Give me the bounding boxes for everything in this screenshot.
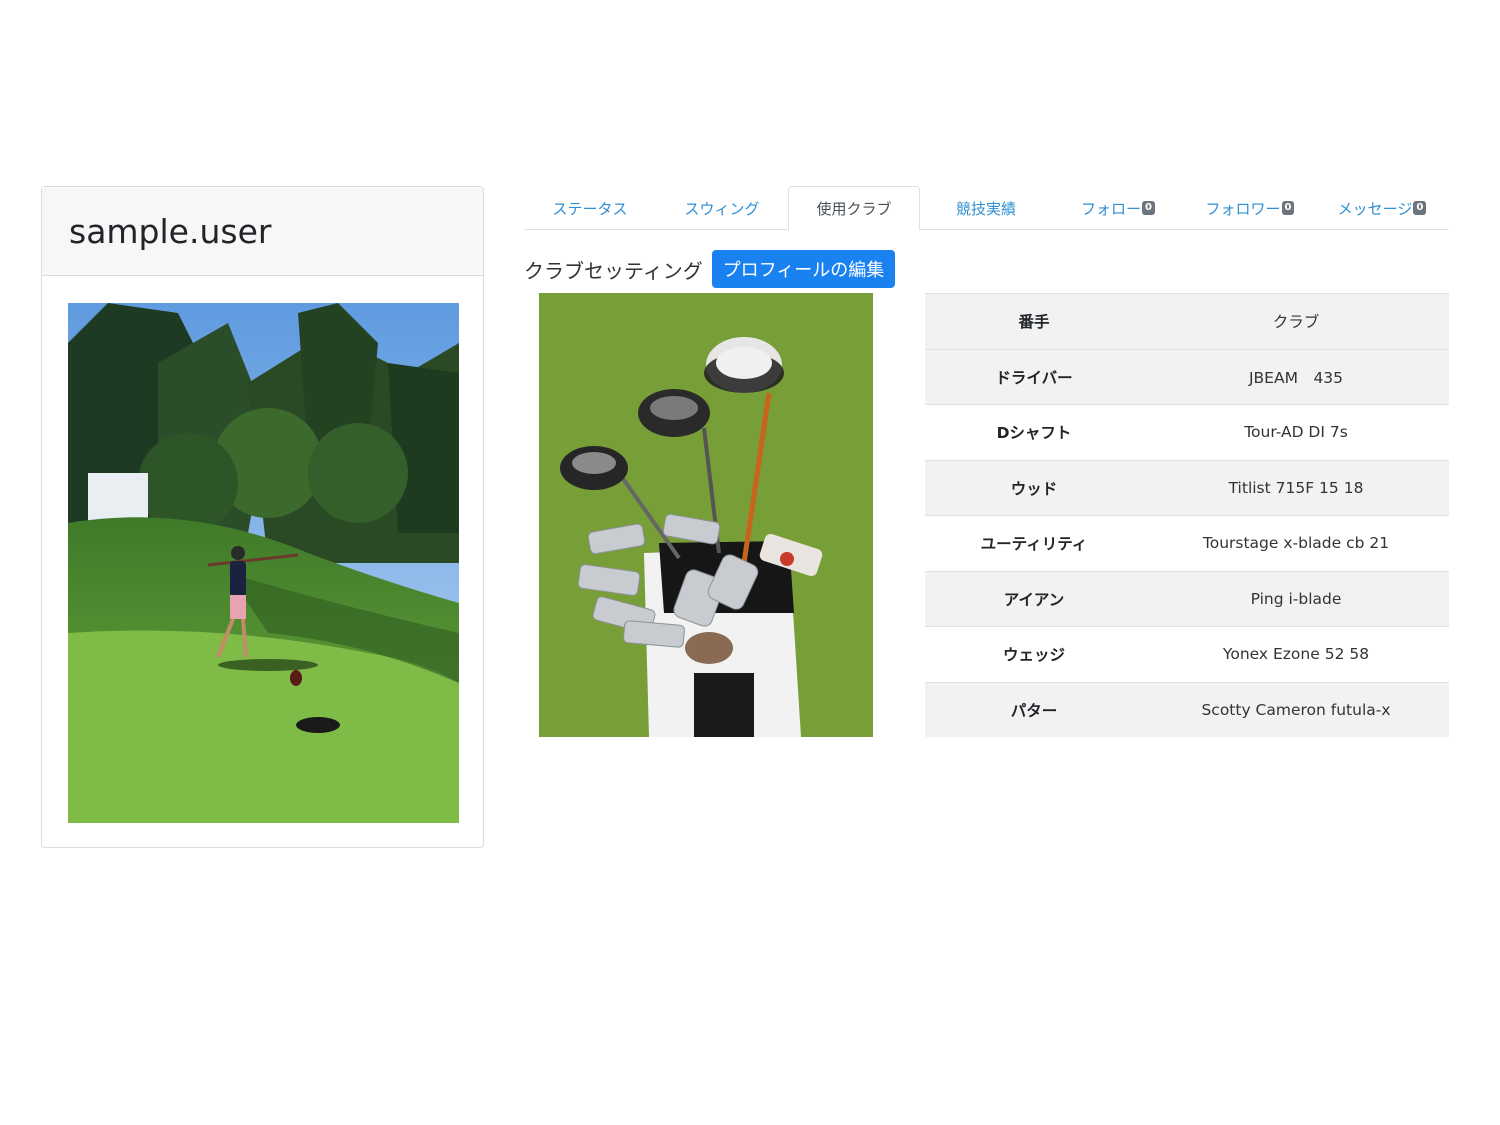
club-model-cell: Ping i-blade (1143, 570, 1449, 627)
tab-status[interactable]: ステータス (524, 186, 656, 230)
club-model-cell: Titlist 715F 15 18 (1143, 459, 1449, 516)
club-model-cell: Tourstage x-blade cb 21 (1143, 515, 1449, 571)
tab-followers[interactable]: フォロワー 0 (1184, 186, 1316, 230)
tab-label: スウィング (684, 199, 760, 218)
column-header-number: 番手 (925, 293, 1143, 349)
club-type-cell: アイアン (925, 570, 1143, 627)
club-type-cell: パター (925, 681, 1143, 737)
club-type-cell: ウッド (925, 459, 1143, 516)
tab-label: 使用クラブ (816, 200, 892, 218)
profile-tabs: ステータス スウィング 使用クラブ 競技実績 フォロー 0 フォロワー 0 メッセー… (524, 186, 1449, 231)
tab-competition-results[interactable]: 競技実績 (920, 186, 1052, 230)
profile-username: sample.user (69, 211, 272, 251)
profile-card-header: sample.user (42, 187, 483, 276)
club-model-cell: Tour-AD DI 7s (1143, 404, 1449, 460)
column-header-club: クラブ (1143, 293, 1449, 349)
club-setting-title: クラブセッティング (524, 259, 703, 283)
follow-count-badge: 0 (1142, 201, 1155, 215)
tab-label: フォロー (1081, 199, 1142, 218)
club-model-cell: JBEAM 435 (1143, 348, 1449, 405)
edit-profile-button[interactable]: プロフィールの編集 (712, 250, 895, 288)
tab-messages[interactable]: メッセージ 0 (1316, 186, 1448, 230)
tab-label: ステータス (552, 199, 628, 218)
table-row: パター Scotty Cameron futula-x (925, 681, 1449, 737)
golf-bag-photo (539, 293, 873, 737)
tab-clubs[interactable]: 使用クラブ (788, 186, 920, 231)
club-type-cell: Dシャフト (925, 404, 1143, 460)
table-row: ドライバー JBEAM 435 (925, 348, 1449, 405)
club-type-cell: ドライバー (925, 348, 1143, 405)
table-row: アイアン Ping i-blade (925, 570, 1449, 627)
messages-count-badge: 0 (1413, 201, 1427, 215)
club-setting-table: 番手 クラブ ドライバー JBEAM 435 Dシャフト Tour-AD DI … (925, 293, 1449, 737)
table-row: ユーティリティ Tourstage x-blade cb 21 (925, 515, 1449, 571)
club-type-cell: ユーティリティ (925, 515, 1143, 571)
club-model-cell: Yonex Ezone 52 58 (1143, 626, 1449, 682)
table-row: ウェッジ Yonex Ezone 52 58 (925, 626, 1449, 682)
club-type-cell: ウェッジ (925, 626, 1143, 682)
tab-label: 競技実績 (955, 199, 1016, 218)
table-row: Dシャフト Tour-AD DI 7s (925, 404, 1449, 460)
golfer-swing-photo (68, 303, 459, 823)
tab-label: メッセージ (1337, 199, 1413, 218)
followers-count-badge: 0 (1281, 201, 1295, 215)
table-row: ウッド Titlist 715F 15 18 (925, 459, 1449, 516)
tab-swing[interactable]: スウィング (656, 186, 788, 230)
tab-label: フォロワー (1205, 199, 1281, 218)
club-model-cell: Scotty Cameron futula-x (1143, 681, 1449, 737)
table-header-row: 番手 クラブ (925, 293, 1449, 349)
tab-follow[interactable]: フォロー 0 (1052, 186, 1184, 230)
